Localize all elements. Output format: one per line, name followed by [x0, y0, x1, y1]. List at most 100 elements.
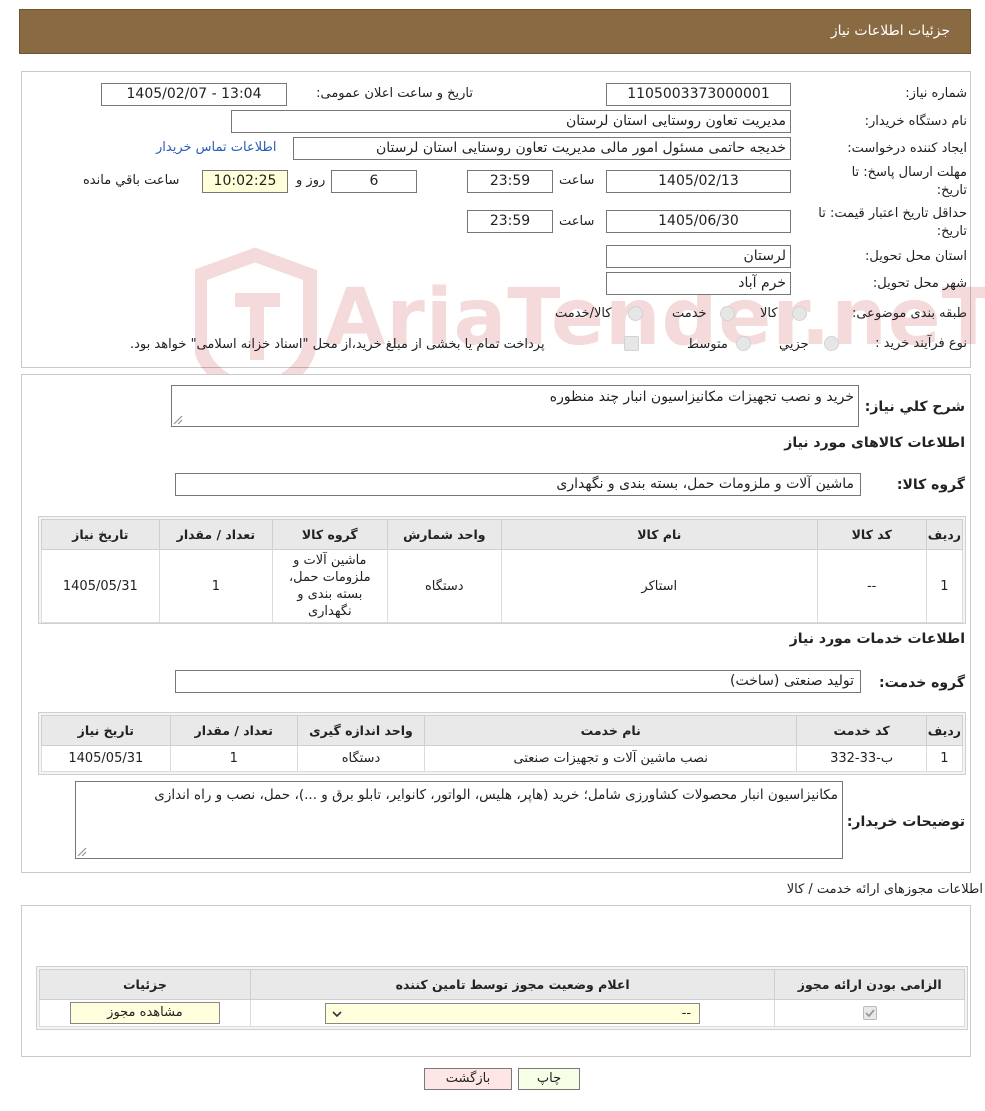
- buyer-field: مدیریت تعاون روستایی استان لرستان: [231, 110, 791, 133]
- deadline-label-line1: مهلت ارسال پاسخ: تا: [851, 165, 967, 180]
- remaining-time-field: 10:02:25: [202, 170, 288, 193]
- validity-date-field: 1405/06/30: [606, 210, 791, 233]
- category-option-goods-service: کالا/خدمت: [555, 306, 612, 321]
- services-cell-date: 1405/05/31: [41, 745, 171, 772]
- services-col-code: کد خدمت: [796, 715, 927, 746]
- goods-col-row: ردیف: [925, 519, 964, 550]
- process-option-medium: متوسط: [687, 337, 728, 352]
- deadline-date-field: 1405/02/13: [606, 170, 791, 193]
- buyer-contact-link[interactable]: اطلاعات تماس خریدار: [156, 140, 276, 155]
- licenses-col-status: اعلام وضعیت مجوز توسط تامین کننده: [249, 969, 776, 1000]
- services-cell-row: 1: [925, 745, 964, 772]
- days-label: روز و: [296, 173, 326, 188]
- view-license-button[interactable]: مشاهده مجوز: [69, 1002, 220, 1024]
- category-label: طبقه بندی موضوعی:: [851, 306, 967, 321]
- resize-grip-icon[interactable]: [173, 415, 183, 425]
- goods-cell-unit: دستگاه: [386, 549, 503, 623]
- goods-cell-code: --: [816, 549, 927, 623]
- validity-time-field: 23:59: [467, 210, 553, 233]
- license-status-value: --: [681, 1005, 692, 1021]
- services-col-date: تاریخ نیاز: [41, 715, 171, 746]
- table-row: 1 ب-33-332 نصب ماشین آلات و تجهیزات صنعت…: [41, 745, 964, 772]
- days-field: 6: [331, 170, 417, 193]
- need-number-label: شماره نیاز:: [905, 86, 967, 101]
- services-col-unit: واحد اندازه گیری: [296, 715, 426, 746]
- province-field: لرستان: [606, 245, 791, 268]
- required-checkbox[interactable]: [862, 1006, 877, 1020]
- description-label: شرح کلي نياز:: [864, 399, 965, 415]
- services-col-row: ردیف: [925, 715, 964, 746]
- license-status-select[interactable]: --: [325, 1002, 701, 1024]
- page-title: جزئیات اطلاعات نیاز: [830, 23, 950, 39]
- process-radio-minor[interactable]: [824, 336, 839, 351]
- back-button[interactable]: بازگشت: [424, 1068, 512, 1090]
- description-text: خرید و نصب تجهیزات مکانیزاسیون انبار چند…: [549, 389, 854, 405]
- licenses-cell-status: --: [249, 999, 776, 1027]
- goods-cell-name: استاکر: [501, 549, 818, 623]
- category-radio-goods-service[interactable]: [628, 306, 643, 321]
- services-group-field: تولید صنعتی (ساخت): [175, 670, 861, 693]
- services-cell-unit: دستگاه: [296, 745, 426, 772]
- category-radio-goods[interactable]: [792, 306, 807, 321]
- buyer-notes-textarea[interactable]: مکانیزاسیون انبار محصولات کشاورزی شامل؛ …: [75, 781, 843, 859]
- buyer-notes-text: مکانیزاسیون انبار محصولات کشاورزی شامل؛ …: [154, 787, 838, 803]
- province-label: استان محل تحویل:: [865, 249, 967, 264]
- buyer-label: نام دستگاه خریدار:: [864, 114, 967, 129]
- goods-col-qty: تعداد / مقدار: [158, 519, 274, 550]
- services-col-name: نام خدمت: [424, 715, 798, 746]
- services-col-qty: تعداد / مقدار: [169, 715, 298, 746]
- goods-col-group: گروه کالا: [272, 519, 388, 550]
- services-cell-code: ب-33-332: [796, 745, 927, 772]
- deadline-time-label: ساعت: [559, 173, 595, 188]
- goods-col-name: نام کالا: [501, 519, 818, 550]
- licenses-cell-required: [774, 999, 965, 1027]
- treasury-checkbox[interactable]: [624, 336, 639, 351]
- resize-grip-icon[interactable]: [77, 847, 87, 857]
- goods-group-label: گروه کالا:: [896, 477, 965, 493]
- licenses-cell-details: مشاهده مجوز: [39, 999, 251, 1027]
- goods-cell-group: ماشین آلات و ملزومات حمل، بسته بندی و نگ…: [272, 549, 388, 623]
- goods-group-field: ماشین آلات و ملزومات حمل، بسته بندی و نگ…: [175, 473, 861, 496]
- chevron-down-icon: [332, 1010, 342, 1017]
- services-section-title: اطلاعات خدمات مورد نیاز: [789, 631, 965, 647]
- services-group-label: گروه خدمت:: [879, 675, 965, 691]
- announce-label: تاریخ و ساعت اعلان عمومی:: [316, 86, 473, 101]
- goods-cell-date: 1405/05/31: [41, 549, 160, 623]
- services-cell-name: نصب ماشین آلات و تجهیزات صنعتی: [424, 745, 798, 772]
- creator-field: خدیجه حاتمی مسئول امور مالی مدیریت تعاون…: [293, 137, 791, 160]
- city-field: خرم آباد: [606, 272, 791, 295]
- licenses-table-wrap: الزامی بودن ارائه مجوز اعلام وضعیت مجوز …: [36, 966, 968, 1030]
- validity-label-line2: تاریخ:: [936, 224, 967, 239]
- deadline-time-field: 23:59: [467, 170, 553, 193]
- services-table: ردیف کد خدمت نام خدمت واحد اندازه گیری ت…: [41, 715, 964, 772]
- goods-cell-qty: 1: [158, 549, 274, 623]
- process-option-minor: جزیي: [779, 337, 809, 352]
- goods-table-wrap: ردیف کد کالا نام کالا واحد شمارش گروه کا…: [38, 516, 966, 624]
- validity-label-line1: حداقل تاریخ اعتبار قیمت: تا: [818, 206, 967, 221]
- licenses-table-header: الزامی بودن ارائه مجوز اعلام وضعیت مجوز …: [39, 969, 965, 1000]
- services-cell-qty: 1: [169, 745, 298, 772]
- goods-col-code: کد کالا: [816, 519, 927, 550]
- licenses-col-required: الزامی بودن ارائه مجوز: [774, 969, 965, 1000]
- validity-label: حداقل تاریخ اعتبار قیمت: تا تاریخ:: [818, 205, 967, 241]
- print-button[interactable]: چاپ: [518, 1068, 580, 1090]
- page-header: جزئیات اطلاعات نیاز: [19, 9, 971, 54]
- process-label: نوع فرآیند خرید :: [875, 336, 967, 351]
- city-label: شهر محل تحویل:: [872, 276, 967, 291]
- goods-cell-row: 1: [925, 549, 964, 623]
- goods-section-title: اطلاعات کالاهای مورد نیاز: [784, 435, 965, 451]
- services-table-wrap: ردیف کد خدمت نام خدمت واحد اندازه گیری ت…: [38, 712, 966, 775]
- process-radio-medium[interactable]: [736, 336, 751, 351]
- announce-field: 1405/02/07 - 13:04: [101, 83, 287, 106]
- category-option-goods: کالا: [760, 306, 778, 321]
- licenses-table: الزامی بودن ارائه مجوز اعلام وضعیت مجوز …: [39, 969, 965, 1027]
- process-note: پرداخت تمام یا بخشی از مبلغ خرید،از محل …: [130, 337, 545, 352]
- deadline-label: مهلت ارسال پاسخ: تا تاریخ:: [852, 164, 967, 200]
- category-radio-service[interactable]: [720, 306, 735, 321]
- deadline-label-line2: تاریخ:: [936, 183, 967, 198]
- validity-time-label: ساعت: [559, 214, 595, 229]
- goods-table: ردیف کد کالا نام کالا واحد شمارش گروه کا…: [41, 519, 964, 623]
- goods-col-date: تاریخ نیاز: [41, 519, 160, 550]
- goods-table-header: ردیف کد کالا نام کالا واحد شمارش گروه کا…: [41, 519, 964, 550]
- description-textarea[interactable]: خرید و نصب تجهیزات مکانیزاسیون انبار چند…: [171, 385, 859, 427]
